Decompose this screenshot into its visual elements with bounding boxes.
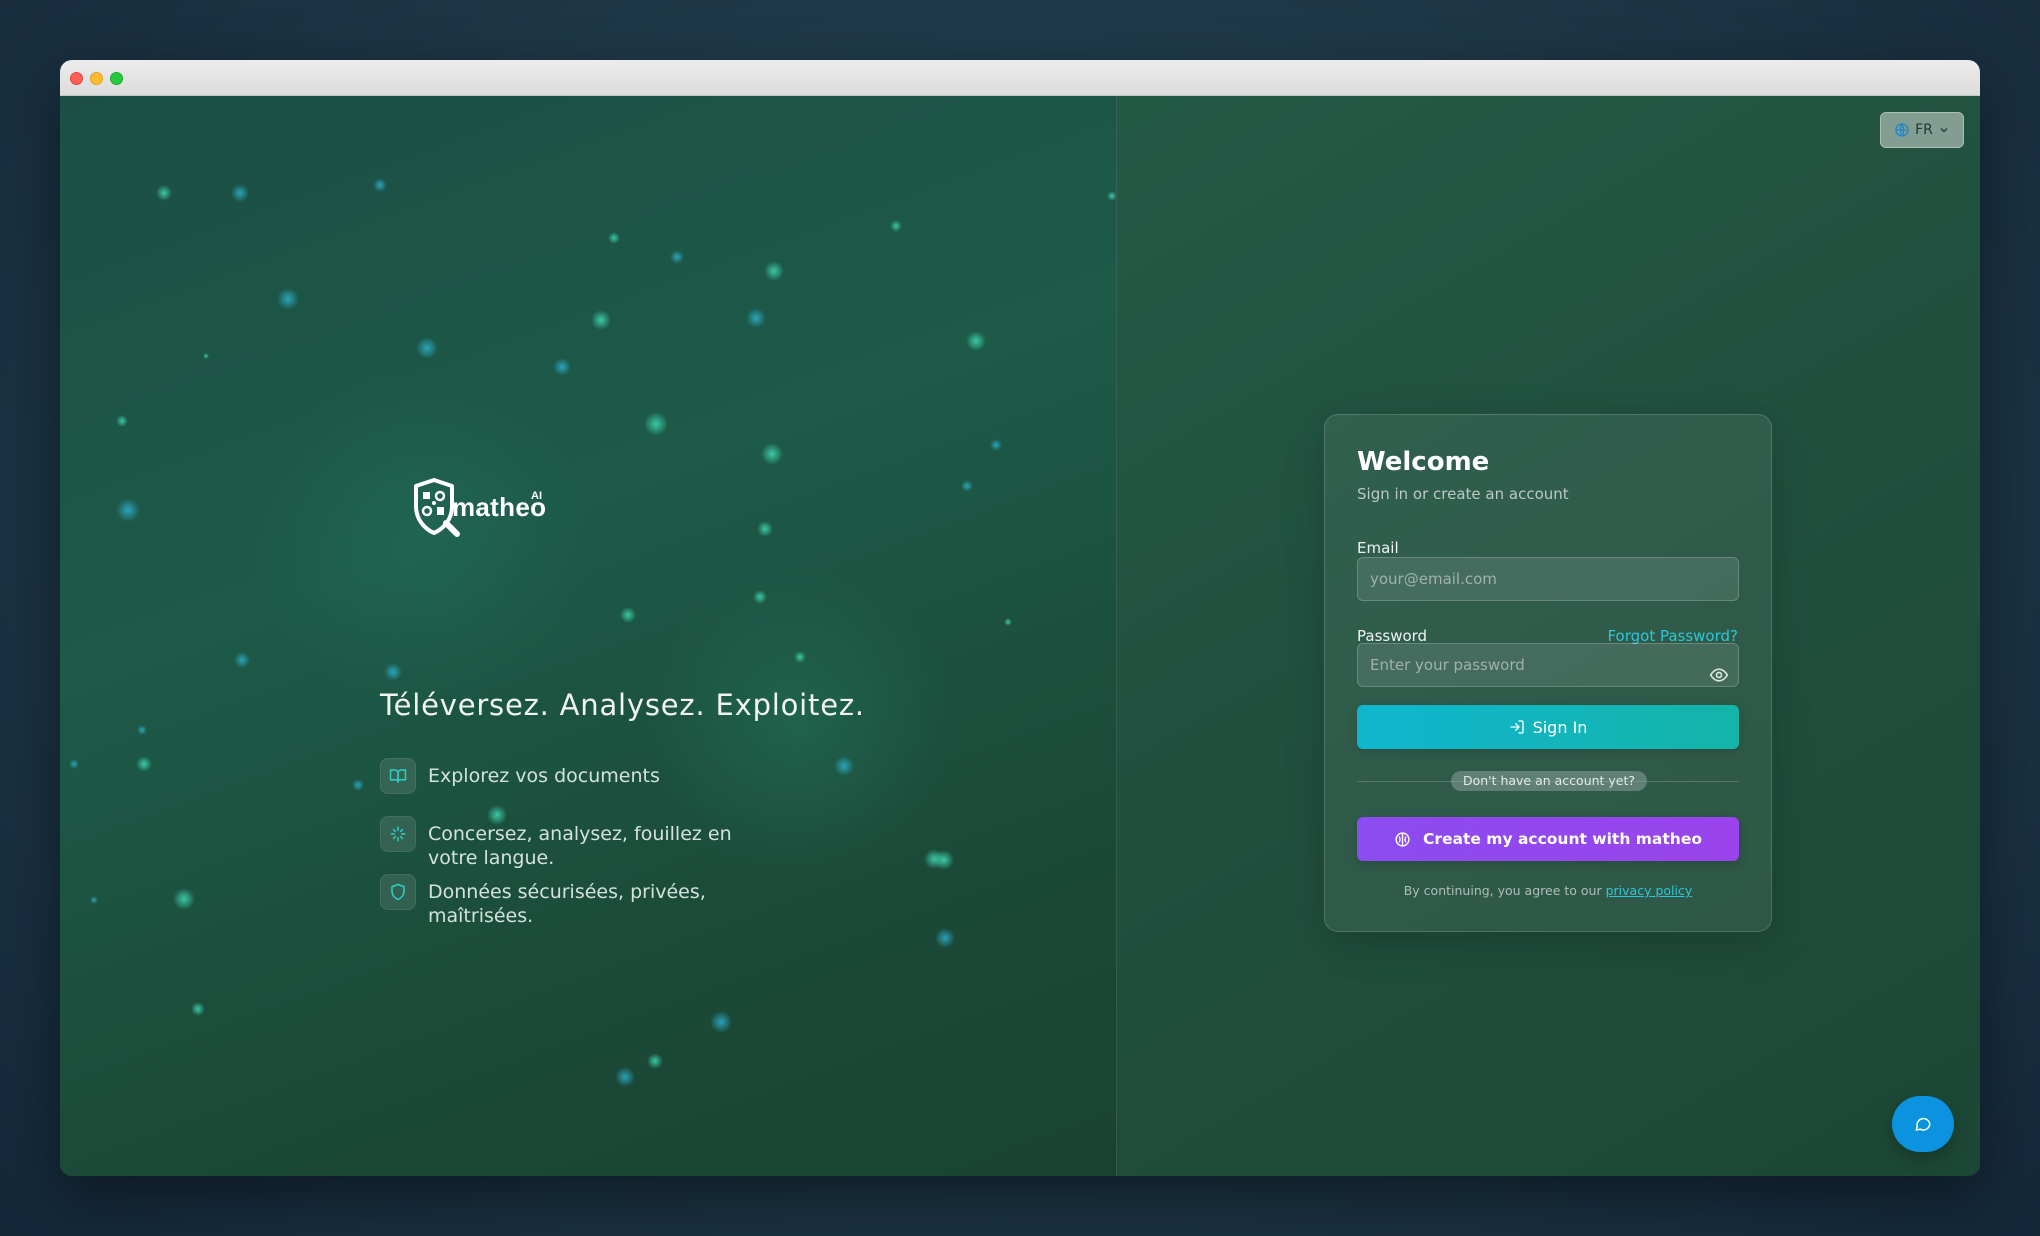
page-content: matheo AI Téléversez. Analysez. Exploite… — [60, 96, 1980, 1176]
matheo-mark-icon — [1395, 831, 1410, 847]
hero-tagline: Téléversez. Analysez. Exploitez. — [380, 688, 865, 722]
shield-icon — [380, 874, 416, 910]
legal-text: By continuing, you agree to our — [1403, 883, 1602, 898]
brand-superscript: AI — [531, 490, 542, 502]
create-account-button[interactable]: Create my account with matheo — [1357, 817, 1739, 861]
sparkles-icon — [380, 816, 416, 852]
chat-button[interactable] — [1892, 1096, 1954, 1152]
maximize-window-button[interactable] — [110, 72, 123, 85]
login-subtitle: Sign in or create an account — [1357, 485, 1569, 503]
minimize-window-button[interactable] — [90, 72, 103, 85]
feature-item-secure: Données sécurisées, privées, maîtrisées. — [380, 874, 768, 928]
create-account-label: Create my account with matheo — [1422, 830, 1702, 848]
globe-icon — [1895, 123, 1909, 137]
title-bar — [60, 60, 1980, 96]
feature-text: Données sécurisées, privées, maîtrisées. — [428, 881, 706, 927]
login-card: Welcome Sign in or create an account Ema… — [1324, 414, 1772, 932]
feature-item-explore: Explorez vos documents — [380, 758, 768, 794]
email-field[interactable]: your@email.com — [1357, 557, 1739, 601]
particle-field — [69, 178, 1116, 1087]
show-password-icon[interactable] — [1709, 665, 1729, 685]
log-in-icon — [1509, 720, 1524, 734]
divider-label: Don't have an account yet? — [1451, 771, 1647, 791]
feature-item-analyze: Concersez, analysez, fouillez en votre l… — [380, 816, 768, 870]
chat-bubble-icon — [1915, 1117, 1931, 1131]
legal-notice: By continuing, you agree to our privacy … — [1325, 883, 1771, 898]
chevron-down-icon — [1940, 128, 1948, 133]
privacy-policy-link[interactable]: privacy policy — [1606, 883, 1693, 898]
email-label: Email — [1357, 539, 1399, 557]
app-window: matheo AI Téléversez. Analysez. Exploite… — [60, 60, 1980, 1176]
book-open-icon — [380, 758, 416, 794]
background-particles — [69, 178, 1116, 1087]
sign-in-button[interactable]: Sign In — [1357, 705, 1739, 749]
hero-panel: matheo AI Téléversez. Analysez. Exploite… — [60, 96, 1116, 1176]
feature-text: Concersez, analysez, fouillez en votre l… — [428, 823, 732, 869]
close-window-button[interactable] — [70, 72, 83, 85]
sign-in-label: Sign In — [1532, 717, 1588, 737]
feature-text: Explorez vos documents — [428, 765, 660, 787]
language-code: FR — [1915, 122, 1933, 138]
password-field[interactable]: Enter your password — [1357, 643, 1739, 687]
login-title: Welcome — [1357, 447, 1490, 477]
language-selector[interactable]: FR — [1880, 112, 1964, 148]
